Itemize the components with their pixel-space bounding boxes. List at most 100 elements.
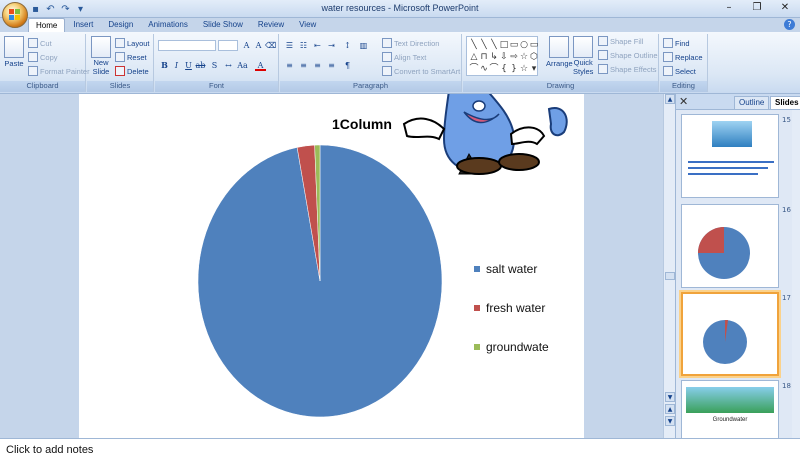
legend-item-fresh-water: fresh water xyxy=(474,301,545,315)
minimize-icon[interactable]: – xyxy=(718,1,740,15)
convert-smartart-button[interactable]: Convert to SmartArt xyxy=(382,66,460,76)
find-button[interactable]: Find xyxy=(663,38,690,48)
tab-slide-show[interactable]: Slide Show xyxy=(196,18,250,32)
next-slide-icon[interactable]: ▼ xyxy=(665,416,675,426)
quick-styles-button[interactable]: Quick Styles xyxy=(573,36,593,76)
pane-tabs: ✕ Outline Slides xyxy=(676,94,800,110)
shape-fill-button[interactable]: Shape Fill xyxy=(598,36,643,46)
change-case-icon[interactable]: Aa xyxy=(237,60,248,71)
cut-button[interactable]: Cut xyxy=(28,38,52,48)
paragraph-label: Paragraph xyxy=(280,81,461,92)
strikethrough-icon[interactable]: ab xyxy=(195,60,206,71)
office-button[interactable] xyxy=(2,2,28,28)
tab-slides[interactable]: Slides xyxy=(770,96,800,109)
thumb-text-line xyxy=(688,161,774,163)
prev-slide-icon[interactable]: ▲ xyxy=(665,404,675,414)
font-size-combo[interactable] xyxy=(218,40,238,51)
pie-chart[interactable] xyxy=(197,144,443,418)
align-left-icon[interactable]: ≡ xyxy=(284,60,295,71)
italic-icon[interactable]: I xyxy=(171,60,182,71)
select-button[interactable]: Select xyxy=(663,66,696,76)
layout-button[interactable]: Layout xyxy=(115,38,150,48)
scroll-thumb[interactable] xyxy=(665,272,675,280)
increase-indent-icon[interactable]: ⇥ xyxy=(326,40,337,51)
new-slide-button[interactable]: New Slide xyxy=(91,36,111,76)
shrink-font-icon[interactable]: A xyxy=(253,40,264,51)
slide-number-16: 16 xyxy=(782,206,791,214)
arrange-button[interactable]: Arrange xyxy=(546,36,573,68)
thumb-image-15 xyxy=(712,121,752,147)
office-logo-icon xyxy=(9,9,21,21)
legend-item-groundwater: groundwate xyxy=(474,340,549,354)
title-bar: ▪ ↶ ↷ ▾ water resources - Microsoft Powe… xyxy=(0,0,800,18)
tab-animations[interactable]: Animations xyxy=(141,18,195,32)
paste-icon xyxy=(4,36,24,58)
ribbon-tabs: Home Insert Design Animations Slide Show… xyxy=(28,18,323,32)
reset-button[interactable]: Reset xyxy=(115,52,147,62)
select-icon xyxy=(663,66,673,76)
tab-view[interactable]: View xyxy=(292,18,323,32)
legend-swatch-groundwater xyxy=(474,344,480,350)
tab-review[interactable]: Review xyxy=(251,18,291,32)
shadow-icon[interactable]: S xyxy=(209,60,220,71)
new-slide-icon xyxy=(91,36,111,58)
numbering-icon[interactable]: ☷ xyxy=(298,40,309,51)
slide-thumbnail-18[interactable]: Groundwater xyxy=(681,380,779,440)
delete-button[interactable]: Delete xyxy=(115,66,149,76)
scroll-down-icon[interactable]: ▼ xyxy=(665,392,675,402)
align-text-button[interactable]: Align Text xyxy=(382,52,426,62)
replace-button[interactable]: Replace xyxy=(663,52,703,62)
arrange-icon xyxy=(549,36,570,58)
slides-group: New Slide Layout Reset Delete Slides xyxy=(87,34,154,92)
chart-title: 1Column xyxy=(332,116,392,132)
pane-scrollbar[interactable] xyxy=(792,110,800,438)
align-center-icon[interactable]: ≡ xyxy=(298,60,309,71)
quick-styles-icon xyxy=(573,36,594,58)
grow-font-icon[interactable]: A xyxy=(241,40,252,51)
slide-thumbnail-15[interactable] xyxy=(681,114,779,198)
slide-scrollbar[interactable]: ▲ ▼ ▲ ▼ xyxy=(663,94,675,438)
paste-button[interactable]: Paste xyxy=(4,36,24,68)
columns-icon[interactable]: ▥ xyxy=(358,40,369,51)
binoculars-icon xyxy=(663,38,673,48)
justify-icon[interactable]: ≡ xyxy=(326,60,337,71)
thumb-pie-17 xyxy=(703,320,747,364)
line-spacing-icon[interactable]: ↕ xyxy=(342,40,353,51)
slide-thumbnail-16[interactable] xyxy=(681,204,779,288)
shape-outline-button[interactable]: Shape Outline xyxy=(598,50,658,60)
char-spacing-icon[interactable]: ↔ xyxy=(223,60,234,71)
font-color-icon[interactable]: A xyxy=(255,60,266,71)
tab-home[interactable]: Home xyxy=(28,18,66,32)
tab-insert[interactable]: Insert xyxy=(66,18,100,32)
font-name-combo[interactable] xyxy=(158,40,216,51)
help-icon[interactable]: ? xyxy=(784,19,795,30)
clear-format-icon[interactable]: ⌫ xyxy=(265,40,276,51)
window-title: water resources - Microsoft PowerPoint xyxy=(321,3,479,13)
rtl-icon[interactable]: ¶ xyxy=(342,60,353,71)
bullets-icon[interactable]: ☰ xyxy=(284,40,295,51)
clipboard-label: Clipboard xyxy=(0,81,85,92)
close-icon[interactable]: ✕ xyxy=(774,1,796,15)
close-pane-icon[interactable]: ✕ xyxy=(679,95,688,108)
format-painter-button[interactable]: Format Painter xyxy=(28,66,90,76)
shape-effects-button[interactable]: Shape Effects xyxy=(598,64,657,74)
copy-button[interactable]: Copy xyxy=(28,52,58,62)
shapes-gallery[interactable]: ╲ ╲ ╲ □ ▭ ○ ▭ △ ⊓ ↳ ⇩ ⇨ ☆ ⬡ ⌒ ∿ ⌒{} ☆ ▾ xyxy=(466,36,538,76)
underline-icon[interactable]: U xyxy=(183,60,194,71)
decrease-indent-icon[interactable]: ⇤ xyxy=(312,40,323,51)
slide-thumbnail-17[interactable] xyxy=(681,292,779,376)
slide-number-17: 17 xyxy=(782,294,791,302)
reset-icon xyxy=(115,52,125,62)
slide-canvas[interactable]: 1Column salt water fresh water groundwat xyxy=(79,94,584,438)
thumb-text-line xyxy=(688,167,768,169)
tab-design[interactable]: Design xyxy=(101,18,140,32)
notes-pane[interactable]: Click to add notes xyxy=(0,438,800,460)
text-direction-button[interactable]: Text Direction xyxy=(382,38,439,48)
align-right-icon[interactable]: ≡ xyxy=(312,60,323,71)
replace-icon xyxy=(663,52,673,62)
bold-icon[interactable]: B xyxy=(159,60,170,71)
maximize-icon[interactable]: ❐ xyxy=(746,1,768,15)
copy-icon xyxy=(28,52,38,62)
tab-outline[interactable]: Outline xyxy=(734,96,770,109)
scroll-up-icon[interactable]: ▲ xyxy=(665,94,675,104)
